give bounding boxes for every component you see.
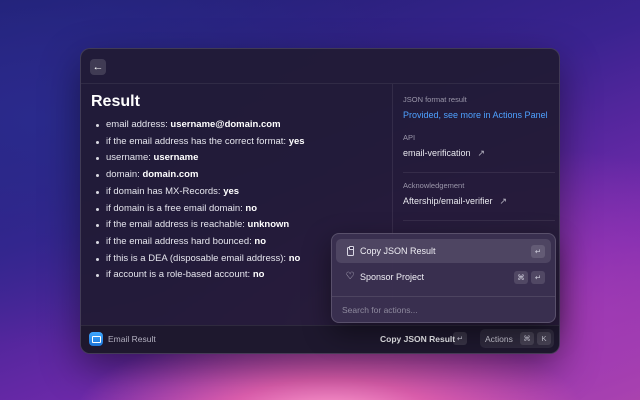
json-format-label: JSON format result (403, 95, 467, 104)
actions-panel: Copy JSON Result ↵ ♡ Sponsor Project ⌘ ↵ (331, 233, 556, 323)
list-item: if domain has MX-Records: yes (91, 184, 381, 201)
primary-action-button[interactable]: Copy JSON Result (380, 334, 455, 344)
list-item: username: username (91, 150, 381, 167)
footer-bar: Email Result Copy JSON Result ↵ Actions … (81, 325, 559, 353)
actions-search-input[interactable] (340, 302, 544, 318)
api-link[interactable]: email-verification ↗ (403, 148, 553, 159)
json-format-link[interactable]: Provided, see more in Actions Panel (403, 110, 553, 120)
enter-key-icon: ↵ (531, 271, 545, 284)
external-link-icon: ↗ (499, 196, 508, 206)
command-key-icon: ⌘ (520, 332, 534, 345)
enter-key-icon: ↵ (453, 332, 467, 345)
metadata-panel: JSON format result Provided, see more in… (403, 95, 555, 229)
action-label: Sponsor Project (360, 272, 425, 282)
back-button[interactable]: ← (90, 59, 106, 75)
list-item: if domain is a free email domain: no (91, 201, 381, 218)
clipboard-icon (344, 245, 356, 257)
metadata-separator (403, 172, 555, 173)
list-item: if the email address is reachable: unkno… (91, 217, 381, 234)
action-label: Copy JSON Result (360, 246, 436, 256)
k-key: K (537, 332, 551, 345)
action-copy-json-result[interactable]: Copy JSON Result ↵ (336, 239, 551, 263)
heart-icon: ♡ (345, 271, 355, 282)
actions-label: Actions (485, 334, 513, 344)
acknowledgement-label: Acknowledgement (403, 181, 465, 190)
list-item: domain: domain.com (91, 167, 381, 184)
actions-button[interactable]: Actions ⌘ K (480, 329, 554, 348)
enter-key-icon: ↵ (531, 245, 545, 258)
list-item: if the email address has the correct for… (91, 134, 381, 151)
page-title: Result (91, 93, 140, 110)
api-label: API (403, 133, 416, 142)
command-key-icon: ⌘ (514, 271, 528, 284)
list-item: email address: username@domain.com (91, 117, 381, 134)
external-link-icon: ↗ (477, 148, 486, 158)
top-bar: ← (81, 49, 559, 84)
arrow-left-icon: ← (92, 60, 104, 73)
panel-divider (332, 296, 555, 297)
metadata-separator (403, 220, 555, 221)
email-app-icon (89, 332, 103, 346)
action-sponsor-project[interactable]: ♡ Sponsor Project ⌘ ↵ (336, 265, 551, 289)
acknowledgement-link[interactable]: Aftership/email-verifier ↗ (403, 196, 553, 207)
footer-title: Email Result (108, 334, 156, 344)
